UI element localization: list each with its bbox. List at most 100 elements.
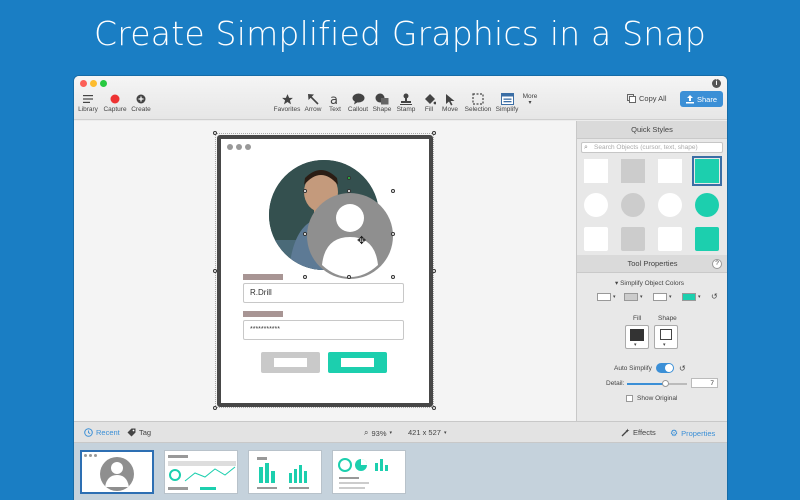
create-label: Create <box>131 106 151 113</box>
avatar-handle[interactable] <box>391 232 395 236</box>
resize-handle[interactable] <box>432 406 436 410</box>
zoom-control[interactable]: ⌕ 93% ▾ <box>364 428 392 438</box>
detail-value-field[interactable]: 7 <box>691 378 718 388</box>
search-placeholder: Search Objects (cursor, text, shape) <box>594 144 698 151</box>
avatar-handle[interactable] <box>347 189 351 193</box>
screen-window-dots <box>227 144 251 150</box>
color-select[interactable]: ▾ <box>682 292 701 302</box>
share-label: Share <box>696 94 717 104</box>
show-original-checkbox[interactable] <box>626 395 633 402</box>
capture-button[interactable]: Capture <box>102 92 128 113</box>
simplify-colors-label: Simplify Object Colors <box>620 280 685 287</box>
search-objects-input[interactable]: ⌕ Search Objects (cursor, text, shape) <box>581 142 723 153</box>
thumbnail[interactable] <box>248 450 322 494</box>
style-swatch[interactable] <box>584 159 608 183</box>
move-button[interactable]: Move <box>440 92 460 113</box>
shape-picker[interactable]: ▾ <box>654 325 678 349</box>
thumbnail[interactable] <box>332 450 406 494</box>
fill-label: Fill <box>424 106 434 113</box>
style-swatch[interactable] <box>695 227 719 251</box>
arrow-button[interactable]: Arrow <box>302 92 324 113</box>
library-label: Library <box>78 106 98 113</box>
user-silhouette-icon <box>105 462 129 487</box>
close-window-button[interactable] <box>80 80 87 87</box>
zoom-window-button[interactable] <box>100 80 107 87</box>
effects-button[interactable]: Effects <box>621 428 656 437</box>
style-swatch[interactable] <box>695 193 719 217</box>
plus-circle-icon <box>130 92 152 106</box>
callout-button[interactable]: Callout <box>346 92 370 113</box>
avatar-handle[interactable] <box>391 189 395 193</box>
callout-label: Callout <box>347 106 369 113</box>
tag-button[interactable]: Tag <box>127 428 151 437</box>
name-field[interactable]: R.Drill <box>243 283 404 303</box>
style-swatch[interactable] <box>621 159 645 183</box>
properties-button[interactable]: ⚙ Properties <box>670 428 715 439</box>
color-select[interactable]: ▾ <box>653 292 672 302</box>
capture-label: Capture <box>103 106 127 113</box>
avatar-handle[interactable] <box>303 189 307 193</box>
canvas-area[interactable]: ✥ R.Drill *********** <box>74 121 576 421</box>
stamp-button[interactable]: Stamp <box>394 92 418 113</box>
style-swatch[interactable] <box>658 227 682 251</box>
submit-graphic-button[interactable] <box>328 352 387 373</box>
color-select[interactable]: ▾ <box>597 292 616 302</box>
style-swatch[interactable] <box>658 159 682 183</box>
dimensions-control[interactable]: 421 x 527 ▾ <box>408 428 446 437</box>
share-button[interactable]: Share <box>680 91 723 107</box>
favorites-button[interactable]: Favorites <box>272 92 302 113</box>
shape-button[interactable]: Shape <box>371 92 393 113</box>
resize-handle[interactable] <box>432 131 436 135</box>
thumbnail-selected[interactable] <box>80 450 154 494</box>
more-button[interactable]: More ▾ <box>520 93 540 106</box>
cancel-graphic-button[interactable] <box>261 352 320 373</box>
fill-button[interactable]: Fill <box>420 92 438 113</box>
rotate-handle[interactable] <box>347 176 351 180</box>
reset-icon[interactable]: ↺ <box>679 364 686 373</box>
tag-label: Tag <box>139 428 152 437</box>
minimize-window-button[interactable] <box>90 80 97 87</box>
copy-all-label: Copy All <box>639 94 667 103</box>
library-button[interactable]: Library <box>77 92 99 113</box>
info-icon[interactable]: i <box>712 79 721 88</box>
toolbar: i Library Capture Create Favorites Arrow… <box>74 76 727 120</box>
headline: Create Simplified Graphics in a Snap <box>94 14 706 53</box>
text-label: Text <box>329 106 341 113</box>
create-button[interactable]: Create <box>130 92 152 113</box>
magic-wand-icon <box>621 428 630 437</box>
reset-colors-icon[interactable]: ↺ <box>711 292 718 301</box>
help-icon[interactable]: ? <box>712 259 722 269</box>
avatar-handle[interactable] <box>303 232 307 236</box>
recent-button[interactable]: Recent <box>84 428 120 437</box>
style-swatch-selected[interactable] <box>692 156 722 186</box>
text-button[interactable]: a Text <box>325 92 345 114</box>
avatar-placeholder[interactable] <box>307 193 393 279</box>
style-swatch[interactable] <box>584 193 608 217</box>
show-original-label: Show Original <box>637 395 678 402</box>
user-silhouette-icon <box>322 204 378 277</box>
copy-all-button[interactable]: Copy All <box>627 94 667 103</box>
thumbnail[interactable] <box>164 450 238 494</box>
record-icon <box>102 92 128 106</box>
style-swatch[interactable] <box>658 193 682 217</box>
simplify-colors-row[interactable]: ▾ Simplify Object Colors <box>615 279 684 287</box>
avatar-handle[interactable] <box>347 275 351 279</box>
simplify-button[interactable]: Simplify <box>494 92 520 113</box>
resize-handle[interactable] <box>213 131 217 135</box>
color-select[interactable]: ▾ <box>624 292 643 302</box>
favorites-label: Favorites <box>273 106 301 113</box>
fill-picker[interactable]: ▾ <box>625 325 649 349</box>
style-swatch[interactable] <box>621 227 645 251</box>
avatar-handle[interactable] <box>303 275 307 279</box>
auto-simplify-toggle[interactable] <box>656 363 674 373</box>
style-swatch[interactable] <box>621 193 645 217</box>
avatar-handle[interactable] <box>391 275 395 279</box>
text-icon: a <box>325 92 345 106</box>
detail-slider[interactable] <box>627 380 687 387</box>
resize-handle[interactable] <box>213 406 217 410</box>
selection-button[interactable]: Selection <box>462 92 494 113</box>
selection-label: Selection <box>464 106 492 113</box>
chevron-down-icon: ▾ <box>528 100 532 106</box>
password-field[interactable]: *********** <box>243 320 404 340</box>
style-swatch[interactable] <box>584 227 608 251</box>
